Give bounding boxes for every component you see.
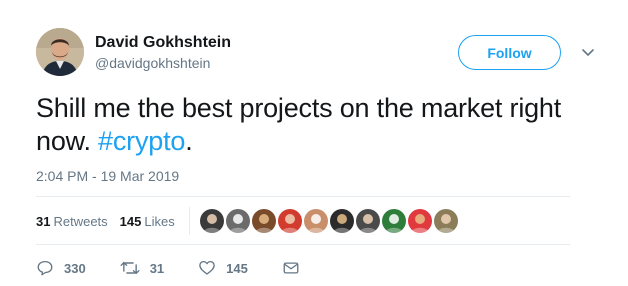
liker-avatar-7[interactable]: [355, 209, 380, 233]
reply-button[interactable]: 330: [36, 259, 86, 277]
liker-avatar-3[interactable]: [251, 209, 276, 233]
display-name[interactable]: David Gokhshtein: [95, 33, 231, 53]
tweet-trailing: .: [185, 126, 193, 156]
reply-count: 330: [64, 260, 86, 276]
liker-avatar-1[interactable]: [199, 209, 224, 233]
retweets-count: 31: [36, 213, 51, 229]
tweet-text: Shill me the best projects on the market…: [36, 92, 606, 158]
liker-avatar-9[interactable]: [407, 209, 432, 233]
chevron-down-icon[interactable]: [581, 45, 595, 59]
retweets-stat[interactable]: 31 Retweets: [36, 214, 108, 229]
direct-message-button[interactable]: [282, 259, 300, 277]
hashtag-link[interactable]: #crypto: [98, 126, 185, 156]
tweet-stats: 31 Retweets 145 Likes: [36, 205, 460, 237]
divider: [36, 244, 570, 245]
retweet-button[interactable]: 31: [120, 259, 164, 277]
retweets-label: Retweets: [53, 213, 108, 229]
likers-list: [199, 209, 460, 233]
liker-avatar-2[interactable]: [225, 209, 250, 233]
follow-button[interactable]: Follow: [458, 35, 561, 70]
user-info: David Gokhshtein @davidgokhshtein: [95, 33, 231, 73]
likes-stat[interactable]: 145 Likes: [120, 214, 175, 229]
stats-separator: [188, 207, 190, 235]
heart-icon: [198, 259, 216, 277]
timestamp[interactable]: 2:04 PM - 19 Mar 2019: [36, 168, 179, 184]
likes-count: 145: [119, 213, 142, 229]
likes-label: Likes: [144, 213, 175, 229]
user-handle[interactable]: @davidgokhshtein: [95, 53, 231, 73]
liker-avatar-5[interactable]: [303, 209, 328, 233]
liker-avatar-6[interactable]: [329, 209, 354, 233]
tweet-actions: 330 31 145: [36, 256, 334, 280]
divider: [36, 196, 570, 197]
like-count: 145: [226, 260, 248, 276]
retweet-icon: [120, 259, 140, 277]
retweet-count: 31: [149, 260, 165, 276]
avatar[interactable]: [36, 28, 84, 76]
tweet-card: David Gokhshtein @davidgokhshtein Follow…: [0, 0, 628, 286]
tweet-header: David Gokhshtein @davidgokhshtein Follow: [36, 28, 612, 80]
reply-icon: [36, 259, 54, 277]
liker-avatar-8[interactable]: [381, 209, 406, 233]
envelope-icon: [282, 259, 300, 277]
liker-avatar-10[interactable]: [433, 209, 458, 233]
liker-avatar-4[interactable]: [277, 209, 302, 233]
like-button[interactable]: 145: [198, 259, 248, 277]
